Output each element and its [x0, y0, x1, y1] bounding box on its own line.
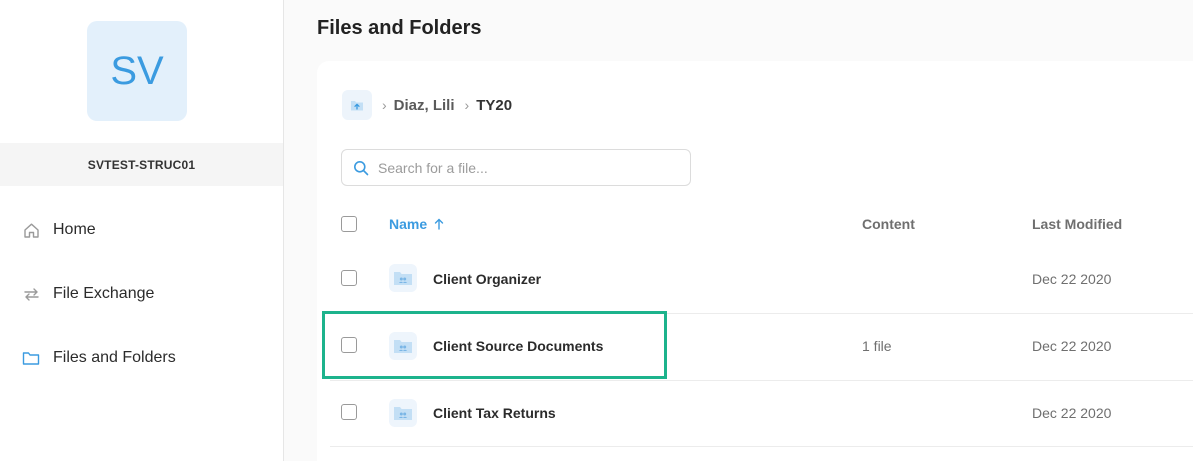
column-header-last-modified[interactable]: Last Modified — [1032, 216, 1122, 232]
chevron-right-icon: › — [382, 97, 387, 113]
search-box — [341, 149, 691, 186]
select-all-checkbox[interactable] — [341, 216, 357, 232]
search-input[interactable] — [378, 159, 668, 176]
file-name[interactable]: Client Tax Returns — [433, 405, 556, 421]
avatar[interactable]: SV — [87, 21, 187, 121]
column-header-content[interactable]: Content — [862, 216, 915, 232]
column-header-label: Name — [389, 216, 428, 232]
table-row[interactable]: Client Organizer Dec 22 2020 — [330, 245, 1193, 311]
file-last-modified: Dec 22 2020 — [1032, 271, 1112, 287]
sidebar-item-label: Home — [53, 221, 96, 238]
chevron-right-icon: › — [464, 97, 470, 113]
page-title: Files and Folders — [317, 17, 482, 39]
shared-folder-icon — [389, 332, 417, 360]
file-last-modified: Dec 22 2020 — [1032, 338, 1112, 354]
sidebar-item-label: File Exchange — [53, 285, 155, 302]
sidebar-item-file-exchange[interactable]: File Exchange — [0, 274, 283, 314]
column-header-name[interactable]: Name — [389, 216, 444, 232]
exchange-icon — [22, 285, 40, 303]
shared-folder-icon — [389, 399, 417, 427]
sidebar: SV SVTEST-STRUC01 Home File Exchange Fil… — [0, 0, 284, 461]
home-icon — [22, 221, 40, 239]
folder-icon — [22, 349, 40, 367]
file-name[interactable]: Client Source Documents — [433, 338, 603, 354]
table-row[interactable]: Client Source Documents 1 file Dec 22 20… — [330, 313, 1193, 379]
sort-ascending-icon — [434, 218, 444, 230]
folder-upload-icon[interactable] — [342, 90, 372, 120]
search-icon — [353, 160, 369, 176]
table-row[interactable]: Client Tax Returns Dec 22 2020 — [330, 380, 1193, 446]
sidebar-item-label: Files and Folders — [53, 349, 176, 366]
file-name[interactable]: Client Organizer — [433, 271, 541, 287]
sidebar-item-home[interactable]: Home — [0, 210, 283, 250]
shared-folder-icon — [389, 264, 417, 292]
breadcrumb-current: TY20 — [476, 96, 513, 114]
row-divider — [330, 446, 1193, 447]
file-last-modified: Dec 22 2020 — [1032, 405, 1112, 421]
sidebar-item-files-and-folders[interactable]: Files and Folders — [0, 338, 283, 378]
breadcrumb-client[interactable]: Diaz, Lili — [394, 97, 455, 114]
account-name: SVTEST-STRUC01 — [0, 143, 283, 186]
breadcrumb: › Diaz, Lili › TY20 — [342, 90, 512, 120]
file-content: 1 file — [862, 338, 892, 354]
